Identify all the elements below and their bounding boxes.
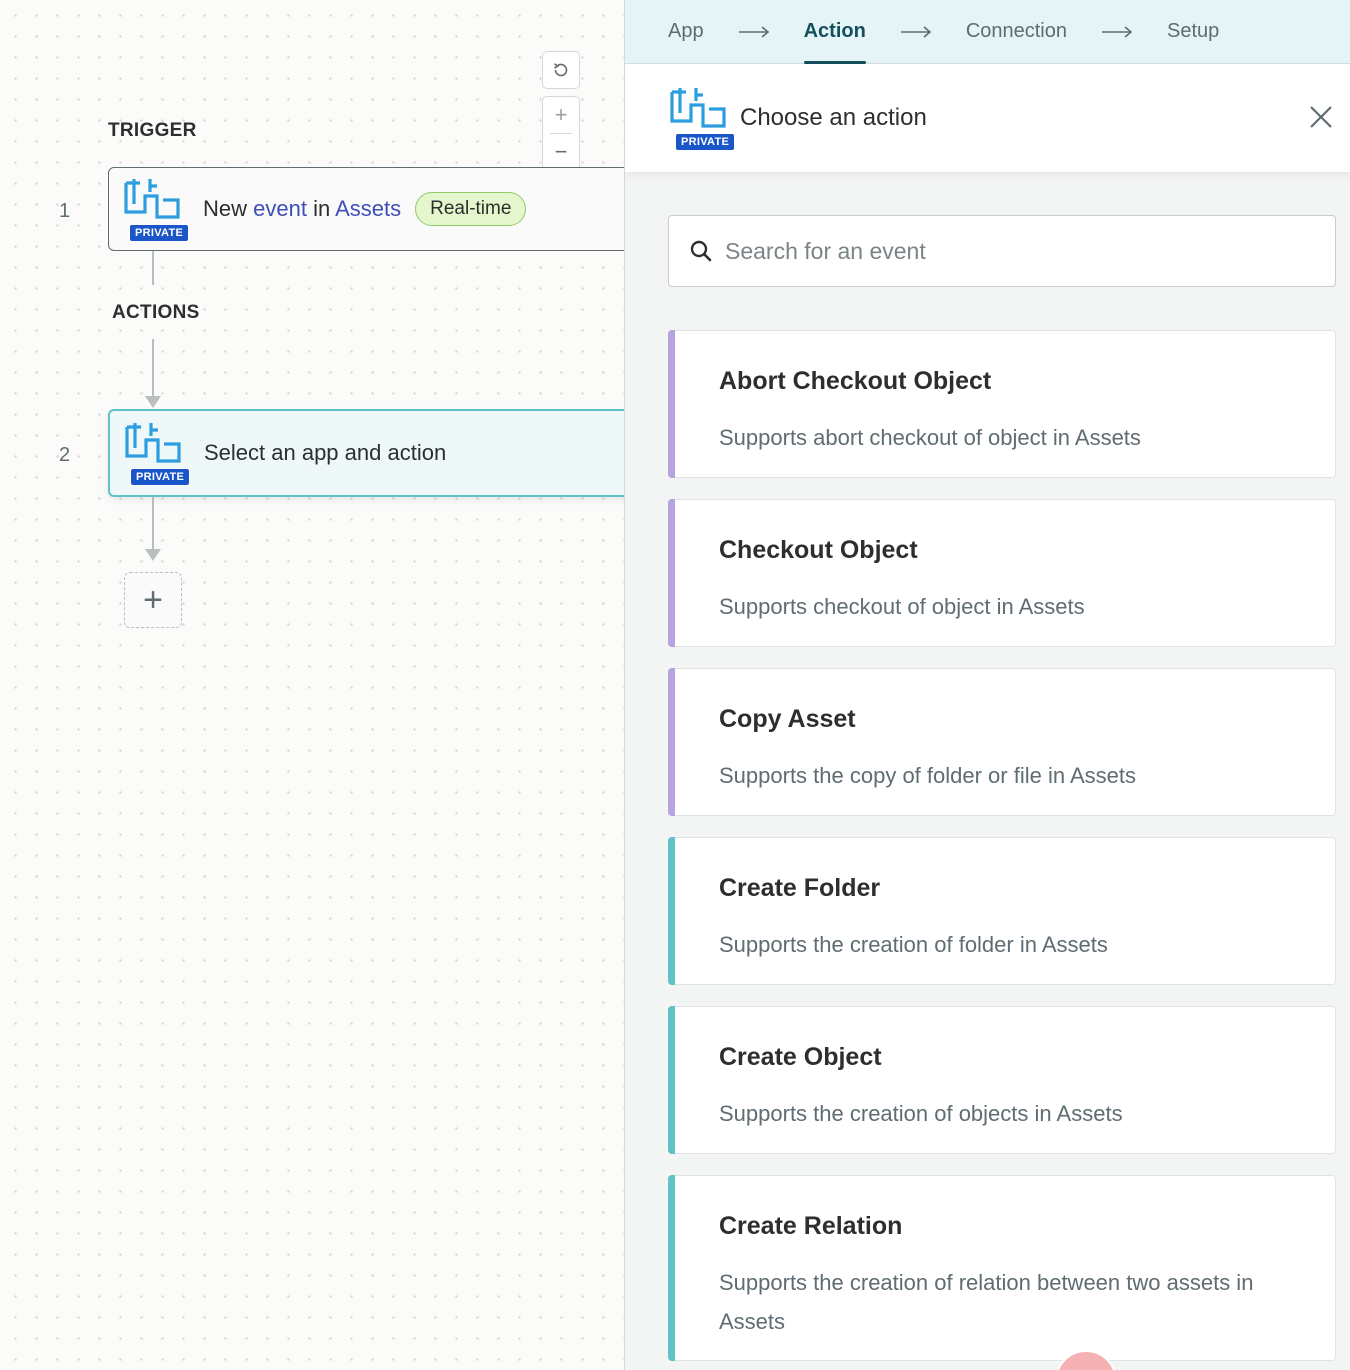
action-item-create-object[interactable]: Create Object Supports the creation of o… — [668, 1006, 1336, 1154]
zoom-controls: + − — [542, 96, 580, 170]
private-badge: PRIVATE — [675, 133, 736, 151]
setup-steps-nav: App Action Connection Setup — [625, 0, 1350, 64]
action-description: Supports the creation of folder in Asset… — [719, 932, 1108, 957]
arrow-right-icon — [1067, 25, 1167, 38]
action-title: Copy Asset — [719, 705, 856, 733]
action-item-create-folder[interactable]: Create Folder Supports the creation of f… — [668, 837, 1336, 985]
nav-step-action[interactable]: Action — [803, 0, 867, 64]
zoom-in-button[interactable]: + — [543, 97, 579, 133]
trigger-step-card[interactable]: PRIVATE New event in Assets Real-time — [108, 167, 624, 251]
nav-step-connection[interactable]: Connection — [966, 0, 1067, 64]
actions-section-label: ACTIONS — [112, 302, 200, 323]
trigger-title-app: Assets — [335, 196, 402, 221]
trigger-step-title: New event in Assets — [203, 196, 401, 222]
assets-app-logo: PRIVATE — [122, 420, 191, 486]
action-description: Supports the creation of relation betwee… — [719, 1270, 1254, 1334]
assets-app-logo: PRIVATE — [121, 176, 190, 242]
search-box — [668, 215, 1336, 287]
action-item-checkout-object[interactable]: Checkout Object Supports checkout of obj… — [668, 499, 1336, 647]
connector-arrow — [145, 396, 161, 408]
step-number-1: 1 — [59, 200, 71, 222]
action-item-abort-checkout-object[interactable]: Abort Checkout Object Supports abort che… — [668, 330, 1336, 478]
action-title: Abort Checkout Object — [719, 367, 992, 395]
trigger-title-prefix: New — [203, 196, 254, 221]
private-badge: PRIVATE — [129, 224, 190, 242]
trigger-title-mid: in — [306, 196, 336, 221]
connector-arrow — [145, 549, 161, 561]
search-icon — [690, 240, 712, 262]
action-description: Supports abort checkout of object in Ass… — [719, 425, 1141, 450]
zoom-out-button[interactable]: − — [550, 133, 572, 169]
action-description: Supports the copy of folder or file in A… — [719, 763, 1137, 788]
connector-line — [152, 339, 154, 397]
add-step-button[interactable]: + — [124, 572, 182, 628]
action-step-title: Select an app and action — [204, 440, 447, 465]
assets-logo-icon — [670, 88, 726, 128]
action-description: Supports the creation of objects in Asse… — [719, 1101, 1123, 1126]
close-button[interactable] — [1308, 104, 1334, 130]
action-item-create-relation[interactable]: Create Relation Supports the creation of… — [668, 1175, 1336, 1361]
action-description: Supports checkout of object in Assets — [719, 594, 1085, 619]
reset-icon — [554, 63, 568, 77]
action-step-card[interactable]: PRIVATE Select an app and action — [108, 409, 624, 497]
step-number-2: 2 — [59, 444, 71, 466]
assets-logo-icon — [124, 179, 180, 219]
action-title: Create Folder — [719, 874, 881, 902]
action-title: Checkout Object — [719, 536, 918, 564]
connector-line — [152, 497, 154, 549]
panel-title: Choose an action — [740, 104, 927, 131]
trigger-section-label: TRIGGER — [108, 120, 197, 141]
workflow-canvas[interactable]: TRIGGER + − 1 PRIVATE New event in Asset… — [0, 0, 624, 1370]
realtime-badge: Real-time — [415, 192, 527, 226]
panel-header: PRIVATE Choose an action — [625, 64, 1350, 172]
trigger-title-event: event — [253, 196, 307, 221]
action-title: Create Relation — [719, 1212, 903, 1240]
arrow-right-icon — [866, 25, 966, 38]
close-icon — [1310, 106, 1332, 128]
nav-step-app[interactable]: App — [668, 0, 704, 64]
arrow-right-icon — [704, 25, 804, 38]
reset-view-button[interactable] — [542, 51, 580, 89]
nav-step-setup[interactable]: Setup — [1167, 0, 1219, 64]
action-title: Create Object — [719, 1043, 882, 1071]
private-badge: PRIVATE — [130, 468, 191, 486]
action-list: Abort Checkout Object Supports abort che… — [668, 330, 1336, 1370]
action-picker-panel: App Action Connection Setup PRIVATE Choo… — [624, 0, 1350, 1370]
search-input[interactable] — [725, 237, 1305, 265]
connector-line — [152, 251, 154, 285]
assets-logo-icon — [125, 423, 181, 463]
assets-app-logo: PRIVATE — [667, 85, 736, 151]
action-item-copy-asset[interactable]: Copy Asset Supports the copy of folder o… — [668, 668, 1336, 816]
